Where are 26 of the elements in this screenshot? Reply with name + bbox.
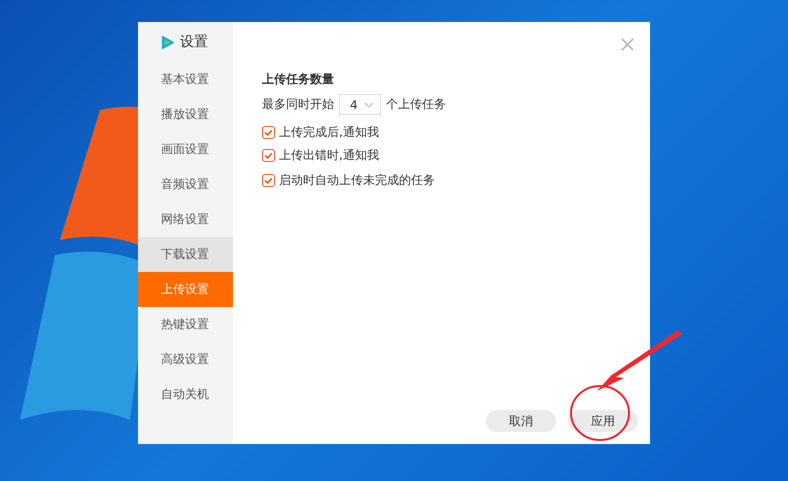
sidebar-item[interactable]: 下载设置 [138,237,233,272]
section-heading: 上传任务数量 [262,71,335,88]
limit-suffix: 个上传任务 [386,96,446,113]
sidebar-item[interactable]: 画面设置 [138,132,233,167]
close-icon[interactable] [621,38,634,50]
play-logo-icon [160,34,175,50]
task-count-dropdown[interactable]: 4 [339,94,381,115]
window-title: 设置 [180,33,208,51]
dialog-button[interactable]: 取消 [486,410,556,432]
checkbox-label: 上传出错时,通知我 [279,147,379,164]
limit-label: 最多同时开始 [262,96,334,113]
checkbox[interactable] [262,174,275,187]
checkbox-label: 上传完成后,通知我 [279,124,379,141]
sidebar-item[interactable]: 播放设置 [138,97,233,132]
sidebar-item[interactable]: 自动关机 [138,377,233,412]
sidebar-item[interactable]: 音频设置 [138,167,233,202]
checkbox[interactable] [262,126,275,139]
annotation-circle [570,385,630,441]
dialog-button[interactable]: 应用 [568,410,638,432]
chevron-down-icon [364,102,374,108]
checkbox[interactable] [262,149,275,162]
sidebar-item[interactable]: 基本设置 [138,62,233,97]
checkbox-label: 启动时自动上传未完成的任务 [279,172,435,189]
sidebar-item[interactable]: 热键设置 [138,307,233,342]
sidebar-item[interactable]: 高级设置 [138,342,233,377]
sidebar-item[interactable]: 网络设置 [138,202,233,237]
